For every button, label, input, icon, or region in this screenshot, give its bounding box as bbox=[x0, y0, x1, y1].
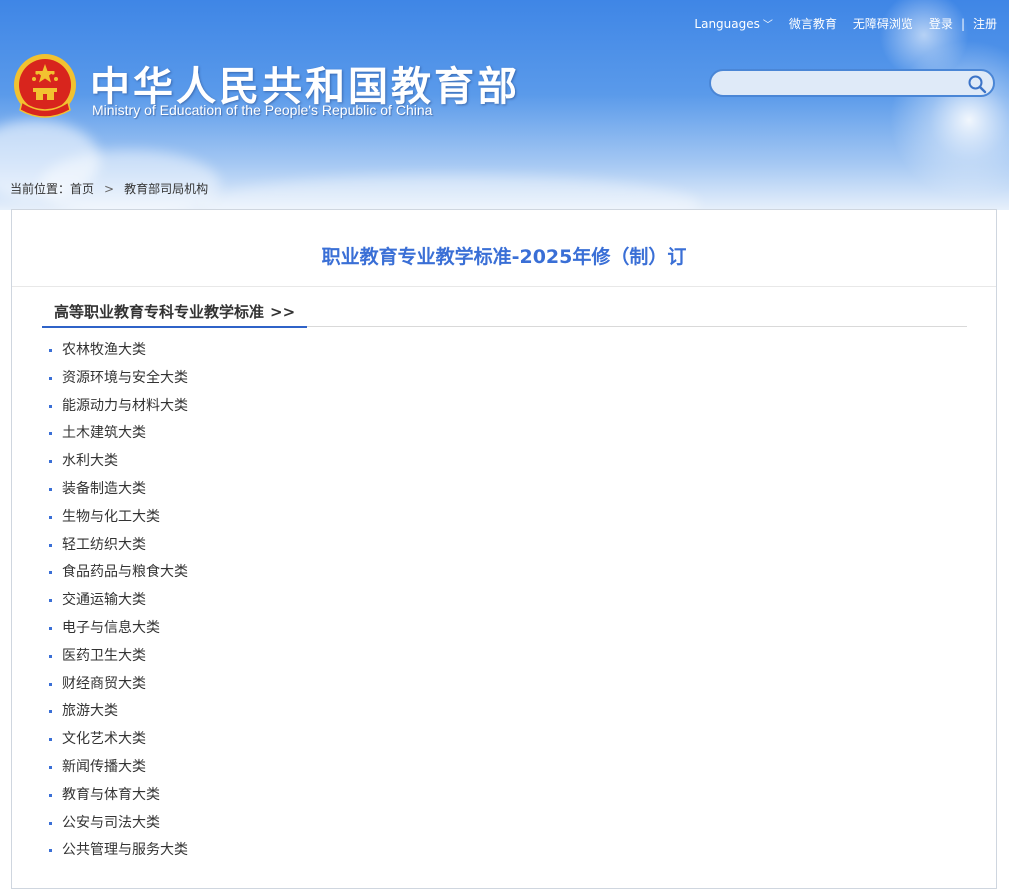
languages-label: Languages bbox=[694, 17, 760, 31]
list-item[interactable]: 公共管理与服务大类 bbox=[45, 837, 188, 865]
list-item[interactable]: 农林牧渔大类 bbox=[45, 337, 188, 365]
list-item[interactable]: 旅游大类 bbox=[45, 698, 188, 726]
bullet-icon bbox=[49, 432, 52, 436]
list-item[interactable]: 交通运输大类 bbox=[45, 587, 188, 615]
list-item-label: 装备制造大类 bbox=[62, 480, 146, 497]
list-item[interactable]: 电子与信息大类 bbox=[45, 615, 188, 643]
site-subtitle: Ministry of Education of the People's Re… bbox=[92, 102, 433, 118]
list-item[interactable]: 水利大类 bbox=[45, 448, 188, 476]
list-item-label: 旅游大类 bbox=[62, 703, 118, 720]
bullet-icon bbox=[49, 599, 52, 603]
weiyan-link[interactable]: 微言教育 bbox=[789, 15, 837, 32]
login-link[interactable]: 登录 bbox=[929, 15, 953, 32]
category-list: 农林牧渔大类 资源环境与安全大类 能源动力与材料大类 土木建筑大类 水利大类 装… bbox=[45, 337, 188, 865]
breadcrumb-arrow: > bbox=[104, 182, 115, 196]
breadcrumb-home[interactable]: 首页 bbox=[70, 182, 94, 196]
page-title: 职业教育专业教学标准-2025年修（制）订 bbox=[321, 246, 687, 268]
list-item-label: 医药卫生大类 bbox=[62, 647, 146, 664]
bullet-icon bbox=[49, 404, 52, 408]
bullet-icon bbox=[49, 543, 52, 547]
main-content: 职业教育专业教学标准-2025年修（制）订 高等职业教育专科专业教学标准 >> 农… bbox=[11, 209, 997, 889]
bullet-icon bbox=[49, 710, 52, 714]
bullet-icon bbox=[49, 626, 52, 630]
bullet-icon bbox=[49, 793, 52, 797]
nav-separator: | bbox=[960, 16, 965, 31]
list-item-label: 水利大类 bbox=[62, 453, 118, 470]
bullet-icon bbox=[49, 765, 52, 769]
list-item[interactable]: 医药卫生大类 bbox=[45, 643, 188, 671]
list-item-label: 教育与体育大类 bbox=[62, 786, 160, 803]
top-nav: Languages ﹀ 微言教育 无障碍浏览 登录 | 注册 bbox=[678, 15, 997, 32]
search-input[interactable] bbox=[723, 71, 967, 97]
bullet-icon bbox=[49, 682, 52, 686]
chevron-down-icon: ﹀ bbox=[762, 20, 773, 31]
title-divider bbox=[12, 286, 996, 287]
bullet-icon bbox=[49, 460, 52, 464]
list-item-label: 交通运输大类 bbox=[62, 592, 146, 609]
list-item-label: 资源环境与安全大类 bbox=[62, 369, 188, 386]
list-item[interactable]: 公安与司法大类 bbox=[45, 810, 188, 838]
bullet-icon bbox=[49, 738, 52, 742]
list-item[interactable]: 轻工纺织大类 bbox=[45, 532, 188, 560]
section-header: 高等职业教育专科专业教学标准 >> bbox=[42, 302, 967, 328]
list-item-label: 公安与司法大类 bbox=[62, 814, 160, 831]
list-item[interactable]: 财经商贸大类 bbox=[45, 671, 188, 699]
list-item-label: 公共管理与服务大类 bbox=[62, 842, 188, 859]
search-icon[interactable] bbox=[967, 74, 987, 94]
more-arrow: >> bbox=[270, 303, 296, 321]
list-item[interactable]: 资源环境与安全大类 bbox=[45, 365, 188, 393]
list-item-label: 文化艺术大类 bbox=[62, 731, 146, 748]
breadcrumb-current[interactable]: 教育部司局机构 bbox=[124, 182, 208, 196]
section-title-link[interactable]: 高等职业教育专科专业教学标准 >> bbox=[42, 302, 308, 328]
cloud-decoration bbox=[200, 175, 700, 210]
list-item-label: 能源动力与材料大类 bbox=[62, 397, 188, 414]
list-item-label: 农林牧渔大类 bbox=[62, 342, 146, 358]
breadcrumb-label: 当前位置： bbox=[10, 182, 71, 196]
site-header: Languages ﹀ 微言教育 无障碍浏览 登录 | 注册 中华人民共和国教育部… bbox=[0, 0, 1009, 210]
languages-menu[interactable]: Languages ﹀ bbox=[694, 16, 772, 31]
list-item[interactable]: 食品药品与粮食大类 bbox=[45, 559, 188, 587]
bullet-icon bbox=[49, 571, 52, 575]
list-item-label: 电子与信息大类 bbox=[62, 619, 160, 636]
list-item-label: 财经商贸大类 bbox=[62, 675, 146, 692]
list-item-label: 土木建筑大类 bbox=[62, 425, 146, 442]
list-item-label: 食品药品与粮食大类 bbox=[62, 564, 188, 581]
bullet-icon bbox=[49, 821, 52, 825]
section-title: 高等职业教育专科专业教学标准 bbox=[54, 303, 265, 321]
accessible-browse-link[interactable]: 无障碍浏览 bbox=[853, 15, 913, 32]
register-link[interactable]: 注册 bbox=[973, 15, 997, 32]
list-item[interactable]: 装备制造大类 bbox=[45, 476, 188, 504]
bullet-icon bbox=[49, 487, 52, 491]
list-item[interactable]: 文化艺术大类 bbox=[45, 726, 188, 754]
search-box bbox=[709, 69, 995, 97]
list-item-label: 新闻传播大类 bbox=[62, 758, 146, 775]
breadcrumb: 当前位置：首页 > 教育部司局机构 bbox=[10, 180, 208, 197]
list-item-label: 轻工纺织大类 bbox=[62, 536, 146, 553]
national-emblem-icon[interactable] bbox=[12, 52, 78, 122]
bullet-icon bbox=[49, 376, 52, 380]
list-item[interactable]: 生物与化工大类 bbox=[45, 504, 188, 532]
list-item[interactable]: 新闻传播大类 bbox=[45, 754, 188, 782]
list-item[interactable]: 能源动力与材料大类 bbox=[45, 393, 188, 421]
bullet-icon bbox=[49, 654, 52, 658]
list-item[interactable]: 土木建筑大类 bbox=[45, 420, 188, 448]
bullet-icon bbox=[49, 349, 52, 352]
bullet-icon bbox=[49, 849, 52, 853]
list-item-label: 生物与化工大类 bbox=[62, 508, 160, 525]
bullet-icon bbox=[49, 515, 52, 519]
list-item[interactable]: 教育与体育大类 bbox=[45, 782, 188, 810]
